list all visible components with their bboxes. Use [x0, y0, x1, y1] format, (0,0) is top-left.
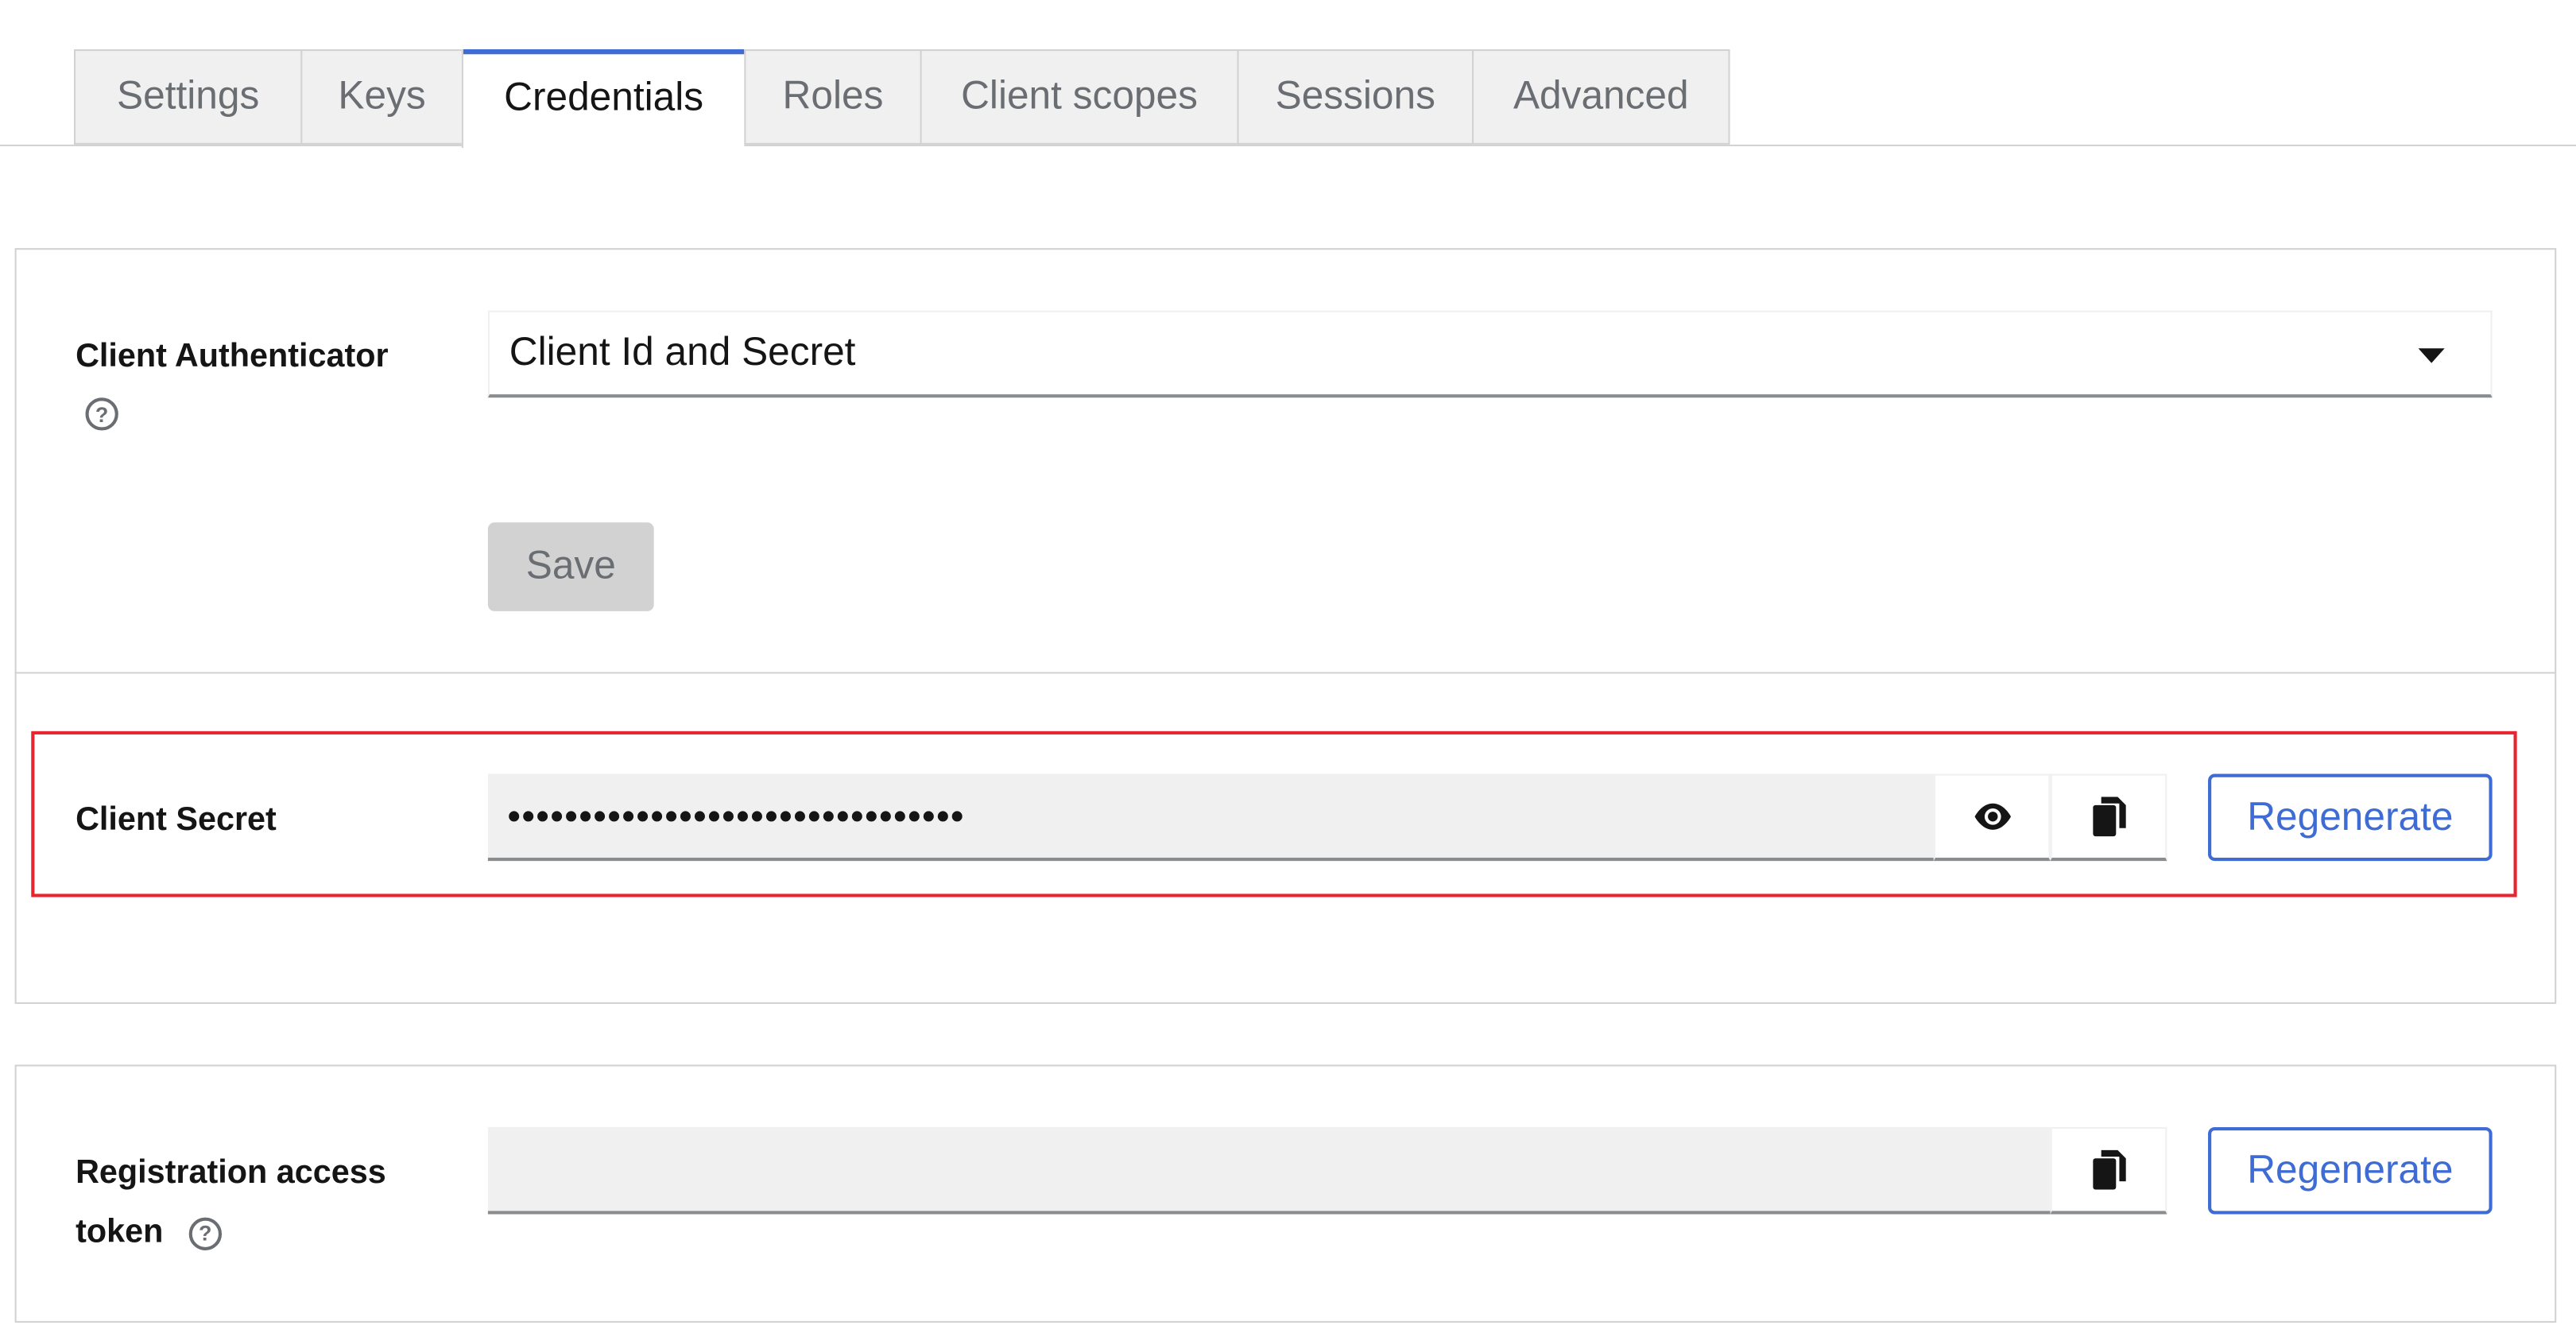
- tab-credentials[interactable]: Credentials: [461, 49, 745, 149]
- tab-roles[interactable]: Roles: [744, 49, 920, 145]
- copy-secret-button[interactable]: [2050, 773, 2167, 862]
- client-authenticator-label: Client Authenticator: [76, 338, 389, 375]
- question-circle-icon[interactable]: ?: [85, 397, 118, 431]
- copy-token-button[interactable]: [2050, 1126, 2167, 1215]
- client-secret-value: ••••••••••••••••••••••••••••••••: [507, 794, 966, 836]
- registration-token-label-line2: token ?: [76, 1203, 222, 1262]
- show-secret-button[interactable]: [1933, 773, 2051, 862]
- regenerate-token-button[interactable]: Regenerate: [2208, 1126, 2493, 1215]
- eye-icon: [1974, 803, 2010, 830]
- copy-icon: [2092, 1149, 2125, 1190]
- tab-bar: Settings Keys Credentials Roles Client s…: [0, 0, 2576, 149]
- tab-advanced[interactable]: Advanced: [1472, 49, 1730, 145]
- tab-sessions[interactable]: Sessions: [1237, 49, 1473, 145]
- registration-token-label-text: token: [76, 1214, 164, 1250]
- tab-bar-divider: [0, 144, 2576, 146]
- credentials-page: Settings Keys Credentials Roles Client s…: [0, 0, 2576, 1341]
- regenerate-secret-button[interactable]: Regenerate: [2208, 773, 2493, 862]
- copy-icon: [2092, 796, 2125, 837]
- tab-settings[interactable]: Settings: [74, 49, 301, 145]
- client-authenticator-value: Client Id and Secret: [509, 330, 856, 375]
- question-circle-icon[interactable]: ?: [188, 1217, 222, 1250]
- client-authenticator-select[interactable]: Client Id and Secret: [487, 310, 2493, 398]
- registration-token-field[interactable]: [487, 1126, 2051, 1215]
- client-secret-label: Client Secret: [76, 801, 277, 839]
- client-secret-field[interactable]: ••••••••••••••••••••••••••••••••: [487, 773, 1934, 862]
- registration-token-label-line1: Registration access: [76, 1155, 386, 1192]
- section-divider: [14, 672, 2557, 674]
- tab-keys[interactable]: Keys: [300, 49, 462, 145]
- caret-down-icon: [2418, 348, 2445, 363]
- save-button[interactable]: Save: [487, 522, 654, 611]
- tab-client-scopes[interactable]: Client scopes: [920, 49, 1238, 145]
